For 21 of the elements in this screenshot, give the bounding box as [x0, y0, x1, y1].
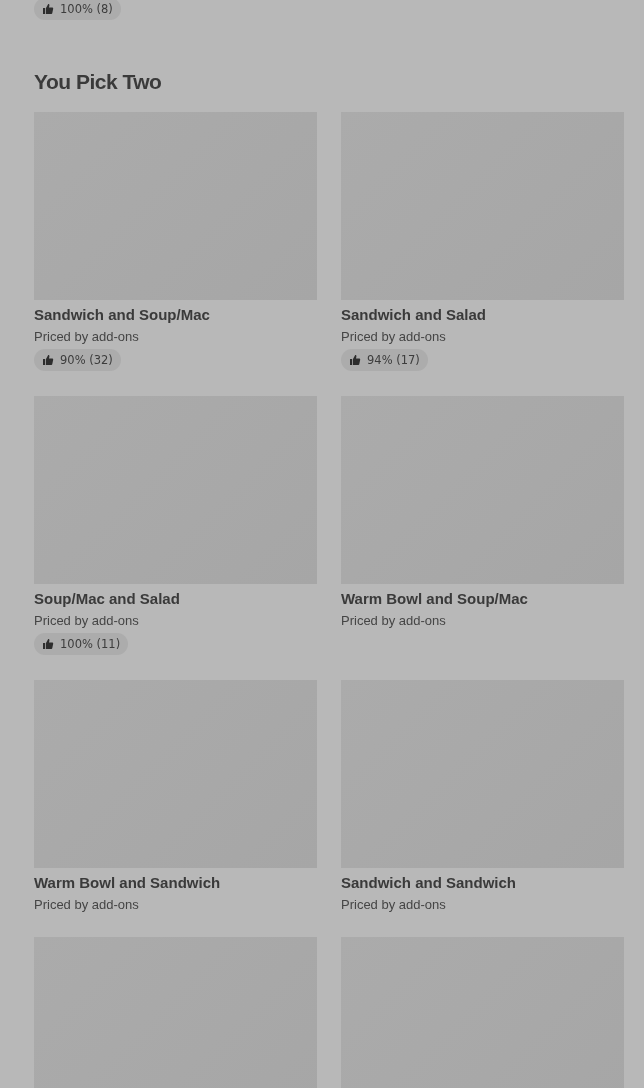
rating-badge: 100% (11): [34, 633, 129, 655]
thumbs-up-icon: [349, 354, 361, 366]
item-title[interactable]: Warm Bowl and Sandwich: [34, 874, 317, 891]
item-title[interactable]: Sandwich and Sandwich: [341, 874, 624, 891]
item-price: Priced by add-ons: [34, 897, 140, 912]
rating-badge: 90% (32): [34, 349, 121, 371]
item-price: Priced by add-ons: [341, 329, 447, 344]
item-price: Priced by add-ons: [341, 897, 447, 912]
item-title[interactable]: Sandwich and Soup/Mac: [34, 306, 317, 323]
rating-badge: 100% (8): [34, 0, 121, 20]
item-title[interactable]: Soup/Mac and Salad: [34, 590, 317, 607]
rating-badge: 94% (17): [341, 349, 428, 371]
item-price: Priced by add-ons: [34, 329, 140, 344]
item-title[interactable]: Sandwich and Salad: [341, 306, 624, 323]
thumbs-up-icon: [42, 354, 54, 366]
item-price: Priced by add-ons: [341, 613, 447, 628]
item-title[interactable]: Warm Bowl and Soup/Mac: [341, 590, 624, 607]
item-price: Priced by add-ons: [34, 613, 140, 628]
thumbs-up-icon: [42, 3, 54, 15]
thumbs-up-icon: [42, 638, 54, 650]
section-title: You Pick Two: [34, 70, 163, 94]
